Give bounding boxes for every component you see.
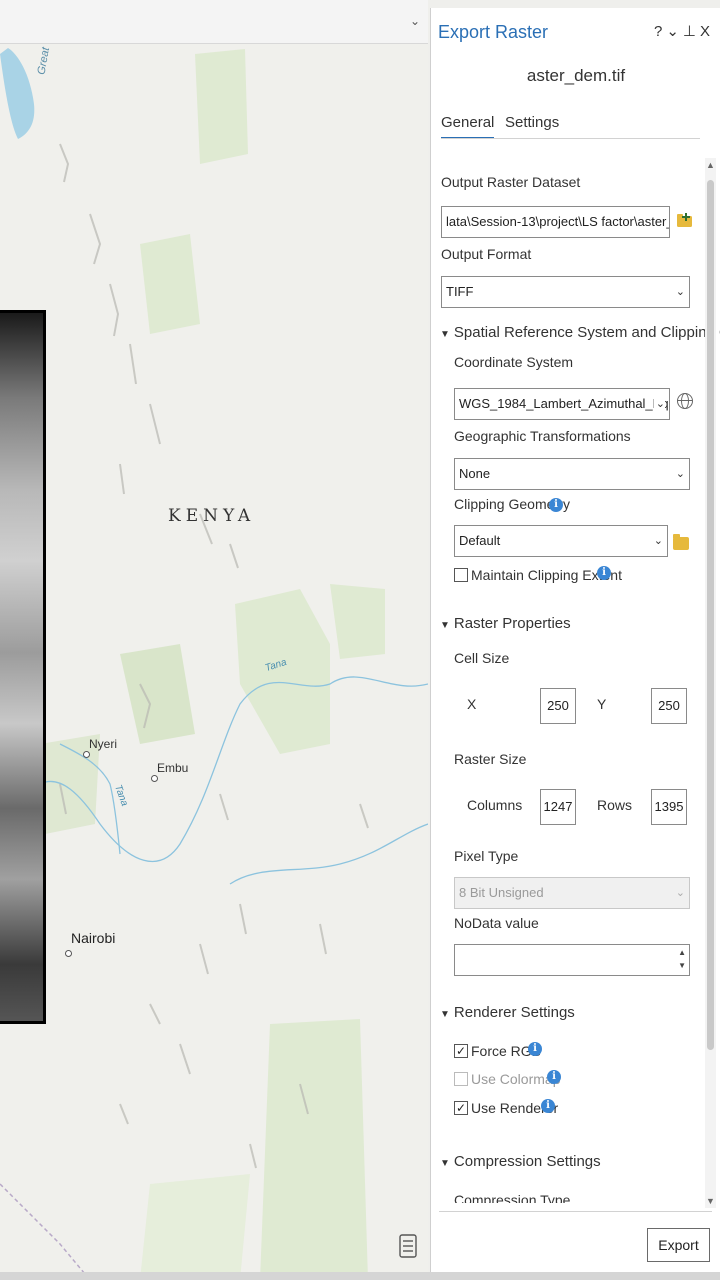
chevron-down-icon: ⌄ — [653, 389, 665, 419]
pixel-type-value: 8 Bit Unsigned — [459, 885, 544, 900]
nyeri-marker — [83, 751, 90, 758]
coordinate-system-value: WGS_1984_Lambert_Azimuthal_Equal_Ar — [459, 396, 669, 411]
use-colormap-checkbox — [454, 1072, 468, 1086]
output-dataset-label: Output Raster Dataset — [441, 174, 581, 190]
section-compression-settings[interactable]: ▼ Compression Settings — [440, 1153, 601, 1170]
pixel-type-label: Pixel Type — [454, 848, 519, 864]
info-icon[interactable]: i — [528, 1042, 542, 1056]
scroll-down-icon[interactable]: ▼ — [705, 1196, 716, 1206]
section-renderer-settings[interactable]: ▼ Renderer Settings — [440, 1004, 575, 1021]
folder-icon[interactable] — [673, 534, 689, 550]
cell-size-label: Cell Size — [454, 650, 510, 666]
geographic-transformations-label: Geographic Transformations — [454, 428, 631, 444]
rows-input[interactable]: 1395 — [651, 789, 687, 825]
terrain-basemap — [0, 48, 428, 1280]
dem-raster-layer — [0, 310, 46, 1024]
nodata-label: NoData value — [454, 915, 539, 931]
city-label-embu: Embu — [157, 761, 189, 775]
x-label: X — [467, 696, 477, 712]
export-button[interactable]: Export — [647, 1228, 710, 1262]
info-icon[interactable]: i — [547, 1070, 561, 1084]
output-format-select[interactable]: TIFF ⌄ — [441, 276, 690, 308]
coordinate-system-label: Coordinate System — [454, 354, 574, 370]
pixel-type-select: 8 Bit Unsigned ⌄ — [454, 877, 690, 909]
section-renderer-settings-label: Renderer Settings — [453, 1004, 575, 1021]
maintain-clipping-checkbox[interactable] — [454, 568, 468, 582]
chevron-down-icon: ▼ — [440, 1009, 450, 1020]
chevron-down-icon: ▼ — [440, 329, 450, 340]
add-folder-icon[interactable] — [677, 212, 693, 228]
info-icon[interactable]: i — [541, 1099, 555, 1113]
coordinate-system-select[interactable]: WGS_1984_Lambert_Azimuthal_Equal_Ar ⌄ — [454, 388, 670, 420]
force-rgb-checkbox[interactable]: ✓ — [454, 1044, 468, 1058]
output-format-label: Output Format — [441, 246, 532, 262]
export-raster-pane: Export Raster ?⌄⊥X aster_dem.tif General… — [430, 8, 720, 1280]
pane-scrollbar[interactable]: ▲ ▼ — [705, 158, 716, 1208]
section-spatial-reference-label: Spatial Reference System and Clipping Op… — [453, 324, 720, 341]
output-format-value: TIFF — [446, 284, 474, 299]
clipping-geometry-select[interactable]: Default ⌄ — [454, 525, 668, 557]
embu-marker — [151, 775, 158, 782]
chevron-down-icon: ▼ — [440, 1158, 450, 1169]
country-label: KENYA — [168, 506, 256, 526]
chevron-down-icon[interactable]: ⌄ — [410, 14, 420, 28]
geographic-transformations-value: None — [459, 466, 491, 481]
parameters-form: Output Raster Dataset lata\Session-13\pr… — [431, 8, 720, 1203]
info-icon[interactable]: i — [549, 498, 563, 512]
city-label-nyeri: Nyeri — [89, 737, 118, 751]
scroll-up-icon[interactable]: ▲ — [705, 160, 716, 170]
y-label: Y — [597, 696, 607, 712]
layer-list-icon[interactable] — [398, 1233, 418, 1261]
raster-size-label: Raster Size — [454, 751, 527, 767]
nairobi-marker — [65, 950, 72, 957]
nodata-input[interactable]: ▲ ▼ — [454, 944, 690, 976]
section-raster-properties[interactable]: ▼ Raster Properties — [440, 615, 571, 632]
compression-type-label: Compression Type — [454, 1192, 571, 1203]
columns-input[interactable]: 1247 — [540, 789, 576, 825]
section-compression-settings-label: Compression Settings — [453, 1153, 601, 1170]
section-spatial-reference[interactable]: ▼Spatial Reference System and Clipping O… — [440, 324, 720, 341]
status-strip — [0, 1272, 720, 1280]
chevron-down-icon: ⌄ — [653, 535, 663, 547]
columns-label: Columns — [467, 797, 523, 813]
section-raster-properties-label: Raster Properties — [453, 615, 571, 632]
cell-size-y-input[interactable]: 250 — [651, 688, 687, 724]
stepper-icon[interactable]: ▲ ▼ — [678, 946, 686, 972]
geographic-transformations-select[interactable]: None ⌄ — [454, 458, 690, 490]
rows-label: Rows — [597, 797, 633, 813]
chevron-down-icon: ▼ — [440, 620, 450, 631]
map-view[interactable]: ⌄ KENYA Nyeri Embu Nairobi Tana Tana Gre… — [0, 0, 428, 1280]
scroll-thumb[interactable] — [707, 180, 714, 1050]
info-icon[interactable]: i — [597, 566, 611, 580]
chevron-down-icon: ⌄ — [675, 286, 685, 298]
output-dataset-input[interactable]: lata\Session-13\project\LS factor\aster_… — [441, 206, 670, 238]
footer-divider — [439, 1211, 712, 1212]
city-label-nairobi: Nairobi — [71, 930, 116, 946]
chevron-down-icon: ⌄ — [675, 887, 685, 899]
globe-icon[interactable] — [677, 393, 693, 409]
clipping-geometry-value: Default — [459, 533, 501, 548]
use-renderer-checkbox[interactable]: ✓ — [454, 1101, 468, 1115]
chevron-down-icon: ⌄ — [675, 468, 685, 480]
cell-size-x-input[interactable]: 250 — [540, 688, 576, 724]
map-toolbar: ⌄ — [0, 0, 428, 44]
